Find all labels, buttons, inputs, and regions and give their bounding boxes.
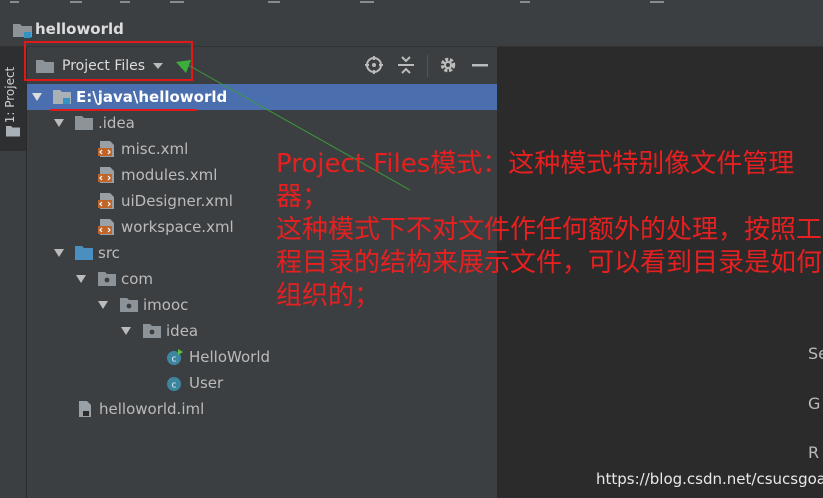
folder-icon (75, 116, 93, 130)
expanded-arrow-icon[interactable] (54, 249, 64, 257)
xml-file-icon (98, 141, 114, 157)
tree-item-label: workspace.xml (121, 218, 234, 236)
module-folder-icon (13, 24, 32, 38)
structure-folder-icon[interactable] (6, 125, 20, 137)
tree-item-label: idea (166, 322, 199, 340)
tree-item-label: helloworld.iml (99, 400, 205, 418)
gear-icon[interactable] (439, 56, 457, 74)
tree-item-label: src (98, 244, 120, 262)
expanded-arrow-icon[interactable] (76, 275, 86, 283)
module-folder-icon (53, 90, 71, 104)
tree-item-label: E:\java\helloworld (76, 88, 228, 106)
minimize-icon[interactable] (471, 56, 489, 74)
header-separator (427, 55, 428, 77)
svg-text:c: c (172, 381, 177, 391)
project-name[interactable]: helloworld (35, 20, 124, 38)
annotation-underline (50, 109, 197, 111)
annotation-text: Project Files模式：这种模式特别像文件管理器； 这种模式下不对文件作… (276, 149, 823, 311)
package-icon (143, 324, 161, 338)
xml-file-icon (98, 167, 114, 183)
tree-item-label: com (121, 270, 154, 288)
tree-item-idea-folder[interactable]: .idea (27, 110, 497, 136)
expanded-arrow-icon[interactable] (54, 119, 64, 127)
editor-peek-text: Se (808, 344, 823, 363)
tree-item-label: User (189, 374, 224, 392)
expanded-arrow-icon[interactable] (121, 327, 131, 335)
java-class-icon: c (167, 377, 181, 391)
source-folder-icon (75, 246, 93, 260)
crosshair-icon[interactable] (365, 56, 383, 74)
tree-item-root[interactable]: E:\java\helloworld (27, 84, 497, 110)
xml-file-icon (98, 219, 114, 235)
editor-peek-text: G (808, 394, 821, 413)
tree-item-helloworld-iml[interactable]: helloworld.iml (27, 396, 497, 422)
xml-file-icon (98, 193, 114, 209)
svg-text:c: c (172, 355, 177, 365)
expanded-arrow-icon[interactable] (98, 301, 108, 309)
tree-item-label: misc.xml (121, 140, 189, 158)
annotation-highlight-box (24, 41, 193, 81)
expanded-arrow-icon[interactable] (32, 93, 42, 101)
tree-item-label: HelloWorld (189, 348, 271, 366)
editor-peek-text: R (808, 443, 820, 462)
tree-item-idea-package[interactable]: idea (27, 318, 497, 344)
menu-bar (0, 0, 823, 8)
tree-item-user-class[interactable]: c User (27, 370, 497, 396)
tree-item-label: .idea (98, 114, 135, 132)
tree-item-label: uiDesigner.xml (121, 192, 233, 210)
tool-window-strip: 1: Project (0, 47, 27, 498)
package-icon (98, 272, 116, 286)
watermark: https://blog.csdn.net/csucsgoat (596, 470, 823, 488)
tree-item-label: imooc (143, 296, 189, 314)
tree-item-label: modules.xml (121, 166, 218, 184)
java-class-main-icon: c (167, 349, 183, 365)
screenshot: helloworld 1: Project Project Files E:\j… (0, 0, 823, 498)
package-icon (120, 298, 138, 312)
collapse-all-icon[interactable] (397, 56, 415, 74)
iml-file-icon (79, 401, 91, 417)
tree-item-helloworld-class[interactable]: c HelloWorld (27, 344, 497, 370)
